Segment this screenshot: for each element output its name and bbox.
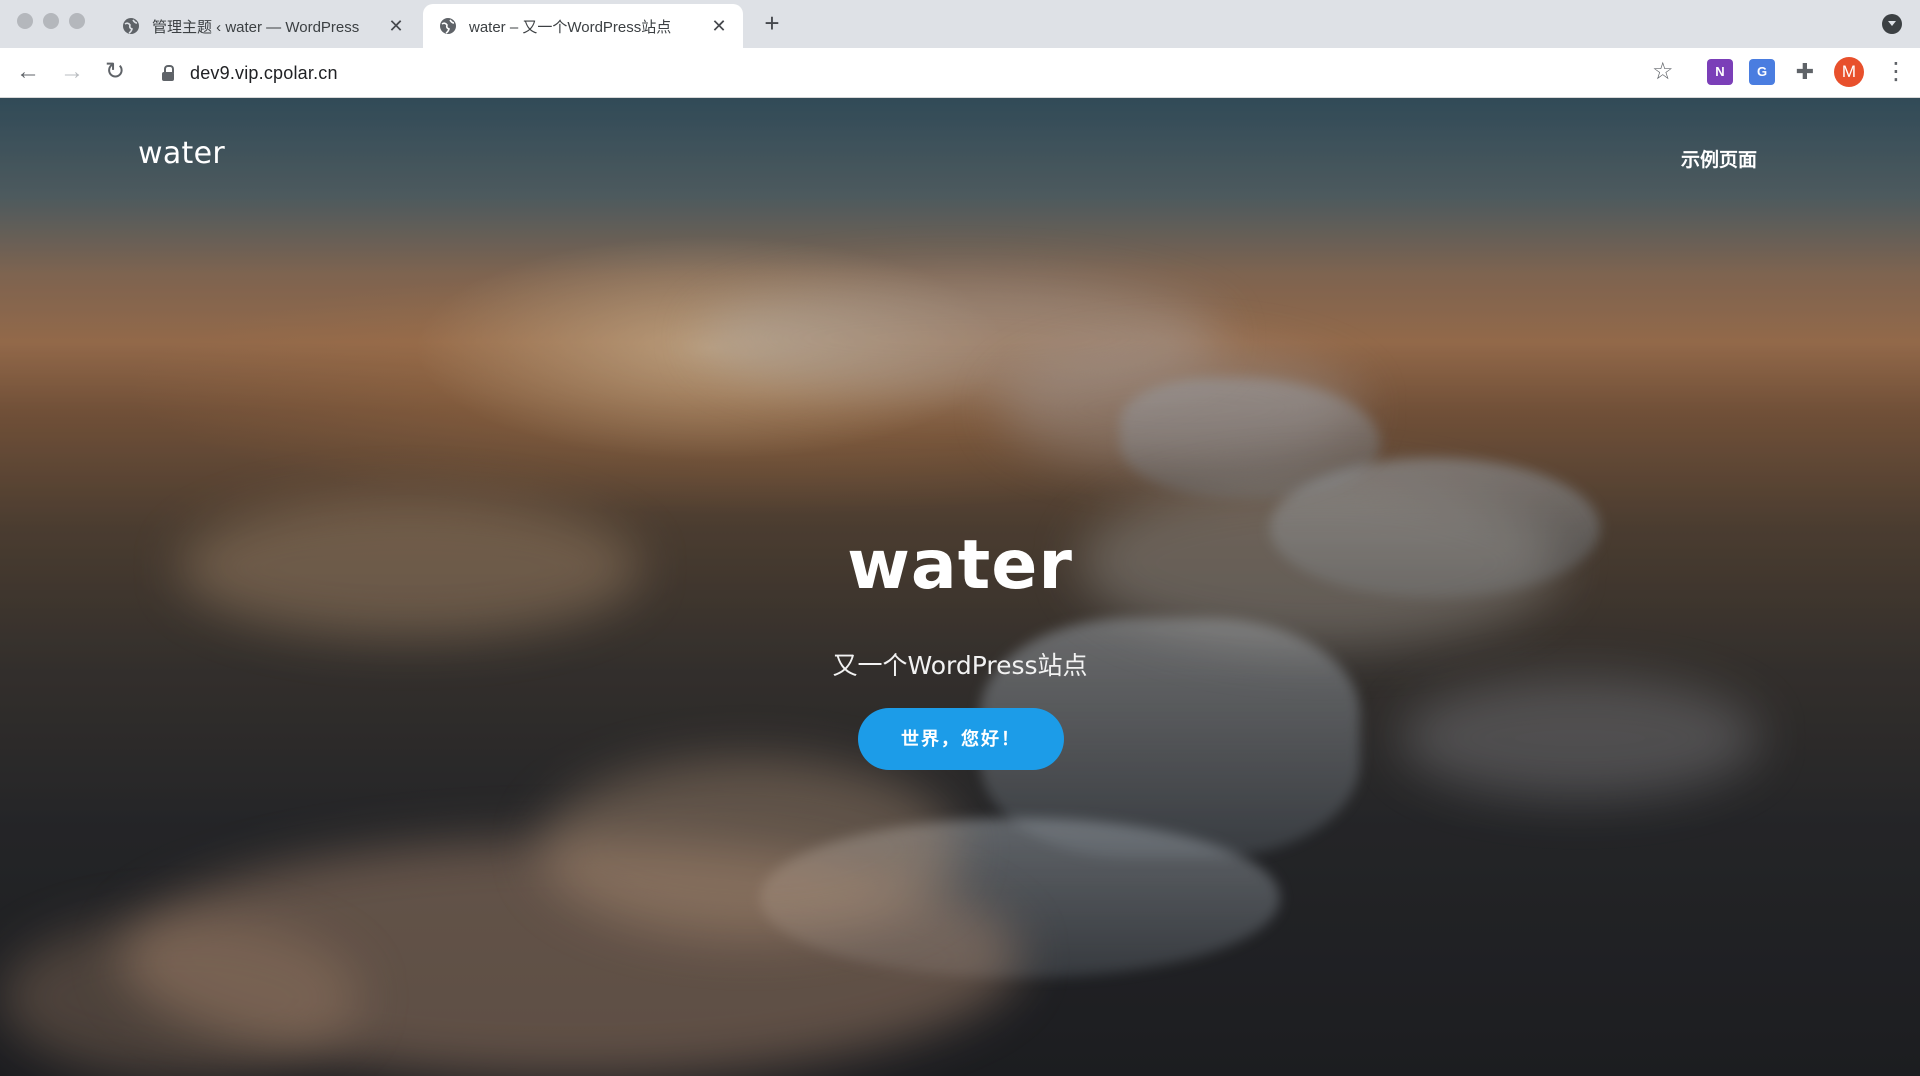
new-tab-button[interactable]: + xyxy=(759,10,785,37)
bookmark-star-icon[interactable]: ☆ xyxy=(1652,58,1674,86)
hello-world-button[interactable]: 世界，您好！ xyxy=(858,708,1064,770)
tab-manage-themes[interactable]: 管理主题 ‹ water — WordPress ✕ xyxy=(106,4,420,48)
browser-window: 管理主题 ‹ water — WordPress ✕ water – 又一个Wo… xyxy=(0,0,1920,1076)
hero-tagline: 又一个WordPress站点 xyxy=(832,651,1088,680)
close-tab-icon[interactable]: ✕ xyxy=(709,16,729,36)
globe-icon xyxy=(123,18,139,34)
tab-water-site[interactable]: water – 又一个WordPress站点 ✕ xyxy=(423,4,743,48)
window-minimize-dot[interactable] xyxy=(43,13,59,29)
page-viewport: water 示例页面 water 又一个WordPress站点 世界，您好！ xyxy=(0,98,1920,1076)
tab-title: water – 又一个WordPress站点 xyxy=(469,18,672,36)
back-icon[interactable]: ← xyxy=(14,58,42,86)
window-maximize-dot[interactable] xyxy=(69,13,85,29)
browser-toolbar: ← → ↻ dev9.vip.cpolar.cn ☆ N G ✚ M ⋮ xyxy=(0,48,1920,98)
hero-title: water xyxy=(847,526,1073,605)
window-close-dot[interactable] xyxy=(17,13,33,29)
address-bar[interactable]: dev9.vip.cpolar.cn xyxy=(146,55,1692,91)
profile-avatar[interactable]: M xyxy=(1834,57,1864,87)
tab-title: 管理主题 ‹ water — WordPress xyxy=(152,18,360,36)
extensions-puzzle-icon[interactable]: ✚ xyxy=(1792,59,1818,85)
forward-icon[interactable]: → xyxy=(58,58,86,86)
translate-extension-icon[interactable]: G xyxy=(1749,59,1775,85)
tab-search-icon[interactable] xyxy=(1882,14,1902,34)
more-menu-icon[interactable]: ⋮ xyxy=(1884,58,1908,86)
hero-section: water 又一个WordPress站点 世界，您好！ xyxy=(0,98,1920,1076)
close-tab-icon[interactable]: ✕ xyxy=(386,16,406,36)
lock-icon[interactable] xyxy=(162,65,176,81)
tab-strip: 管理主题 ‹ water — WordPress ✕ water – 又一个Wo… xyxy=(0,0,1920,48)
globe-icon xyxy=(440,18,456,34)
reload-icon[interactable]: ↻ xyxy=(101,58,129,86)
address-url[interactable]: dev9.vip.cpolar.cn xyxy=(190,63,338,84)
onenote-extension-icon[interactable]: N xyxy=(1707,59,1733,85)
